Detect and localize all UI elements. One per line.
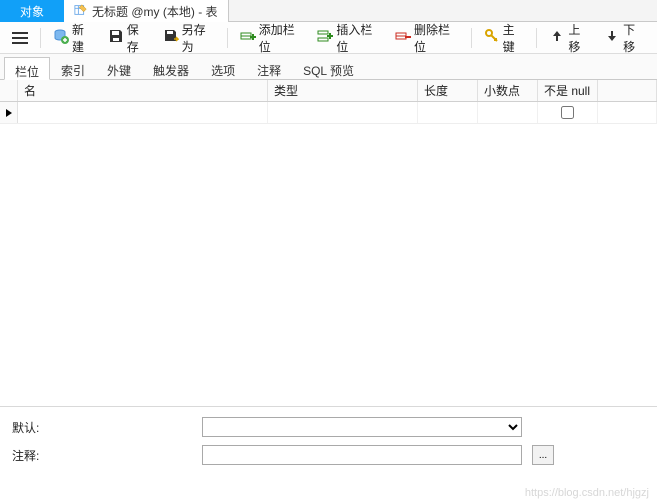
move-down-label: 下移 <box>623 21 645 55</box>
floppy-arrow-icon <box>163 28 179 47</box>
add-field-label: 添加栏位 <box>259 21 304 55</box>
add-field-button[interactable]: 添加栏位 <box>234 17 310 59</box>
move-up-button[interactable]: 上移 <box>543 17 596 59</box>
separator <box>40 28 41 48</box>
delete-field-label: 删除栏位 <box>414 21 459 55</box>
save-label: 保存 <box>127 21 149 55</box>
plus-db-icon <box>53 28 69 47</box>
col-header-type[interactable]: 类型 <box>268 80 418 101</box>
subtab-triggers[interactable]: 触发器 <box>142 56 200 79</box>
arrow-down-icon <box>604 28 620 47</box>
toolbar: 新建 保存 另存为 添加栏位 插入栏位 删除栏位 <box>0 22 657 54</box>
primary-key-label: 主键 <box>503 21 525 55</box>
current-row-triangle-icon <box>6 109 12 117</box>
subtab-options[interactable]: 选项 <box>200 56 246 79</box>
subtab-fields[interactable]: 栏位 <box>4 57 50 80</box>
not-null-checkbox[interactable] <box>561 106 574 119</box>
separator <box>536 28 537 48</box>
default-label: 默认: <box>12 419 192 436</box>
default-select[interactable] <box>202 417 522 437</box>
col-header-not-null[interactable]: 不是 null <box>538 80 598 101</box>
col-header-decimals[interactable]: 小数点 <box>478 80 538 101</box>
subtab-comment[interactable]: 注释 <box>246 56 292 79</box>
insert-field-label: 插入栏位 <box>336 21 381 55</box>
name-input[interactable] <box>24 106 261 120</box>
cell-type[interactable] <box>268 102 418 123</box>
primary-key-button[interactable]: 主键 <box>478 17 531 59</box>
comment-label: 注释: <box>12 447 192 464</box>
field-add-icon <box>240 28 256 47</box>
cell-length[interactable] <box>418 102 478 123</box>
watermark-text: https://blog.csdn.net/hjgzj <box>525 487 649 499</box>
col-header-name[interactable]: 名 <box>18 80 268 101</box>
separator <box>227 28 228 48</box>
grid-header: 名 类型 长度 小数点 不是 null <box>0 80 657 102</box>
delete-field-button[interactable]: 删除栏位 <box>389 17 465 59</box>
new-label: 新建 <box>72 21 94 55</box>
decimals-input[interactable] <box>484 106 531 120</box>
move-down-button[interactable]: 下移 <box>598 17 651 59</box>
key-icon <box>484 28 500 47</box>
insert-field-button[interactable]: 插入栏位 <box>311 17 387 59</box>
save-as-button[interactable]: 另存为 <box>157 17 221 59</box>
cell-name[interactable] <box>18 102 268 123</box>
subtab-foreign-keys[interactable]: 外键 <box>96 56 142 79</box>
arrow-up-icon <box>549 28 565 47</box>
save-as-label: 另存为 <box>182 21 215 55</box>
field-properties-panel: 默认: 注释: ... <box>0 406 657 483</box>
cell-decimals[interactable] <box>478 102 538 123</box>
type-input[interactable] <box>274 106 411 120</box>
move-up-label: 上移 <box>568 21 590 55</box>
grid-body <box>0 102 657 382</box>
cell-blank <box>598 102 657 123</box>
new-button[interactable]: 新建 <box>47 17 100 59</box>
field-delete-icon <box>395 28 411 47</box>
cell-not-null[interactable] <box>538 102 598 123</box>
separator <box>471 28 472 48</box>
table-row[interactable] <box>0 102 657 124</box>
col-header-length[interactable]: 长度 <box>418 80 478 101</box>
subtab-sql-preview[interactable]: SQL 预览 <box>292 56 365 79</box>
grid-gutter-header <box>0 80 18 101</box>
subtab-indexes[interactable]: 索引 <box>50 56 96 79</box>
field-insert-icon <box>317 28 333 47</box>
comment-input[interactable] <box>202 445 522 465</box>
save-button[interactable]: 保存 <box>102 17 155 59</box>
comment-row: 注释: ... <box>12 445 645 465</box>
col-header-blank <box>598 80 657 101</box>
row-indicator <box>0 102 18 123</box>
comment-more-button[interactable]: ... <box>532 445 554 465</box>
floppy-icon <box>108 28 124 47</box>
length-input[interactable] <box>424 106 471 120</box>
menu-icon[interactable] <box>6 28 34 48</box>
default-row: 默认: <box>12 417 645 437</box>
